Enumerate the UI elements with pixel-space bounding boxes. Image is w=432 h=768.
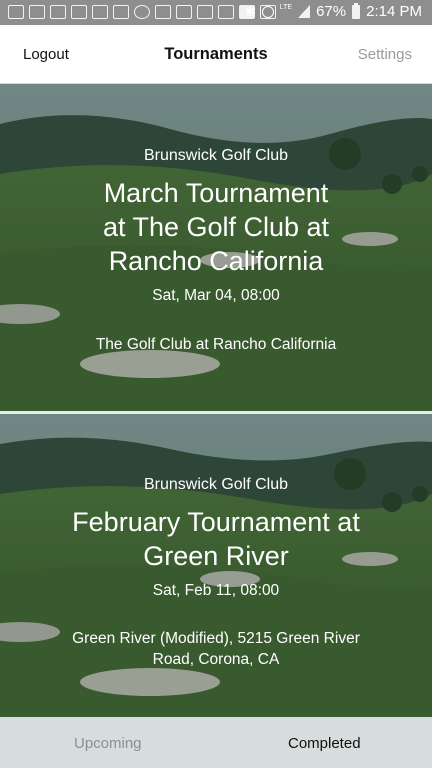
venue-line: The Golf Club at Rancho California: [95, 336, 337, 353]
tournament-date: Sat, Mar 04, 08:00: [152, 287, 280, 304]
mail-icon: [92, 5, 108, 19]
title-line: February Tournament at: [72, 507, 360, 537]
mail-icon: [218, 5, 234, 19]
venue-line: Green River (Modified), 5215 Green River: [72, 630, 360, 647]
battery-percent: 67%: [316, 3, 347, 20]
card-content: Brunswick Golf Club February Tournament …: [0, 414, 432, 717]
status-bar: ✱ LTE 67% 2:14 PM: [0, 0, 432, 25]
title-line: at The Golf Club at: [102, 212, 330, 242]
calendar-icon: [155, 5, 171, 19]
tournament-date: Sat, Feb 11, 08:00: [152, 582, 280, 599]
mail-icon: [71, 5, 87, 19]
instagram-icon: [176, 5, 192, 19]
mail-icon: [113, 5, 129, 19]
signal-icon: [298, 5, 311, 18]
club-name: Brunswick Golf Club: [143, 147, 289, 164]
notification-icons: [8, 5, 276, 20]
alarm-icon: [261, 5, 274, 18]
bluetooth-icon: ✱: [244, 3, 256, 19]
card-content: Brunswick Golf Club March Tournament at …: [0, 84, 432, 411]
tournament-title: March Tournament at The Golf Club at Ran…: [30, 176, 402, 278]
title-line: Green River: [143, 541, 289, 571]
club-name: Brunswick Golf Club: [143, 476, 289, 493]
slack-icon: [134, 5, 150, 19]
title-line: Rancho California: [108, 246, 324, 276]
image-icon: [197, 5, 213, 19]
venue-line: Road, Corona, CA: [152, 651, 280, 668]
tournament-card[interactable]: Brunswick Golf Club February Tournament …: [0, 414, 432, 717]
tournament-venue: Green River (Modified), 5215 Green River…: [20, 628, 412, 670]
battery-icon: [352, 2, 361, 19]
network-type: LTE: [279, 4, 293, 11]
tab-bar: Upcoming Completed: [0, 717, 432, 768]
tournament-title: February Tournament at Green River: [20, 505, 412, 573]
system-status: ✱ LTE 67% 2:14 PM: [244, 2, 422, 20]
title-line: March Tournament: [103, 178, 329, 208]
chat-icon: [8, 5, 24, 19]
tournament-card[interactable]: Brunswick Golf Club March Tournament at …: [0, 84, 432, 411]
calendar-icon: [29, 5, 45, 19]
news-icon: [50, 5, 66, 19]
tab-upcoming[interactable]: Upcoming: [74, 735, 142, 752]
settings-button[interactable]: Settings: [358, 46, 412, 63]
clock: 2:14 PM: [366, 3, 422, 20]
nav-bar: Logout Tournaments Settings: [0, 25, 432, 84]
tournament-venue: The Golf Club at Rancho California: [40, 334, 392, 355]
tab-completed[interactable]: Completed: [288, 735, 361, 752]
